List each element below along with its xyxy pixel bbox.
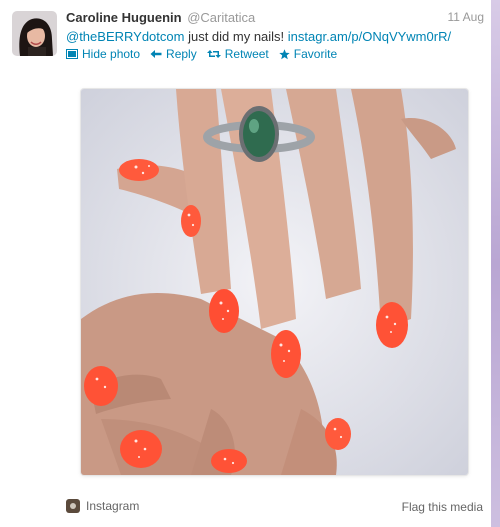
tweet-text: @theBERRYdotcom just did my nails! insta… xyxy=(66,29,451,44)
window-edge xyxy=(491,0,500,527)
star-icon xyxy=(279,48,290,60)
author-name[interactable]: Caroline Huguenin xyxy=(66,10,182,25)
media-photo[interactable] xyxy=(81,89,468,475)
flag-media-link[interactable]: Flag this media xyxy=(402,500,483,514)
instagram-link[interactable]: instagr.am/p/ONqVYwm0rR/ xyxy=(288,29,451,44)
instagram-icon xyxy=(66,499,80,513)
reply-icon xyxy=(150,49,162,59)
tweet-actions: Hide photo Reply Retweet Favorite xyxy=(66,47,337,61)
nails-photo-image xyxy=(81,89,468,475)
retweet-icon xyxy=(206,49,221,59)
photo-icon xyxy=(66,49,78,59)
media-source-label: Instagram xyxy=(86,499,140,513)
tweet-timestamp[interactable]: 11 Aug xyxy=(448,10,484,24)
hide-photo-button[interactable]: Hide photo xyxy=(66,47,140,61)
reply-button[interactable]: Reply xyxy=(150,47,197,61)
retweet-label: Retweet xyxy=(224,47,269,61)
retweet-button[interactable]: Retweet xyxy=(206,47,269,61)
tweet-header: Caroline Huguenin @Caritatica xyxy=(66,10,255,25)
avatar[interactable] xyxy=(12,11,57,56)
favorite-label: Favorite xyxy=(293,47,338,61)
media-source[interactable]: Instagram xyxy=(66,499,139,513)
hide-photo-label: Hide photo xyxy=(82,47,141,61)
favorite-button[interactable]: Favorite xyxy=(279,47,337,61)
reply-label: Reply xyxy=(166,47,197,61)
avatar-photo xyxy=(12,11,57,56)
tweet-card: Caroline Huguenin @Caritatica 11 Aug @th… xyxy=(0,0,500,527)
tweet-body-text: just did my nails! xyxy=(184,29,288,44)
author-handle[interactable]: @Caritatica xyxy=(187,10,255,25)
mention-link[interactable]: @theBERRYdotcom xyxy=(66,29,184,44)
